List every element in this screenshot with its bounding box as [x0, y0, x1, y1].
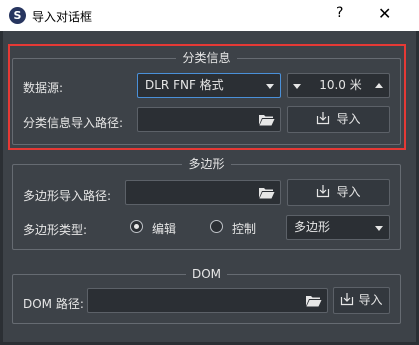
radio-edit[interactable] [130, 220, 143, 233]
polygon-import-button[interactable]: 导入 [287, 179, 390, 206]
radio-edit-label[interactable]: 编辑 [152, 220, 176, 237]
resolution-spinbox[interactable]: 10.0 米 [287, 73, 390, 98]
data-source-select[interactable]: DLR FNF 格式 [137, 73, 281, 98]
polygon-type-label: 多边形类型: [23, 223, 88, 237]
radio-control-label[interactable]: 控制 [232, 220, 256, 237]
close-button[interactable]: ✕ [378, 4, 391, 23]
polygon-path-input[interactable] [125, 180, 281, 205]
data-source-label: 数据源: [23, 81, 64, 95]
app-logo-icon: S [9, 7, 26, 24]
chevron-down-icon [375, 226, 383, 231]
polygon-type-value: 多边形 [294, 220, 331, 234]
window-title: 导入对话框 [32, 10, 93, 24]
import-tray-icon [317, 112, 330, 125]
folder-open-icon[interactable] [305, 294, 322, 307]
polygon-type-select[interactable]: 多边形 [286, 215, 390, 240]
classification-path-input[interactable] [137, 107, 281, 132]
chevron-down-icon [266, 84, 274, 89]
polygon-import-label: 导入 [336, 185, 361, 199]
dom-group-title: DOM [13, 267, 400, 281]
polygon-group-title: 多边形 [13, 157, 400, 171]
spin-up-icon[interactable] [375, 83, 383, 88]
folder-open-icon[interactable] [258, 113, 275, 126]
classification-group-title: 分类信息 [13, 51, 400, 65]
import-tray-icon [317, 185, 330, 198]
help-button[interactable]: ? [336, 5, 343, 21]
folder-open-icon[interactable] [258, 186, 275, 199]
dom-import-label: 导入 [358, 293, 383, 307]
dom-path-label: DOM 路径: [23, 297, 84, 311]
dom-path-input[interactable] [87, 288, 328, 313]
classification-import-label: 导入 [336, 112, 361, 126]
classification-path-label: 分类信息导入路径: [23, 116, 124, 130]
dom-import-button[interactable]: 导入 [333, 287, 390, 314]
title-bar: S 导入对话框 ? ✕ [0, 0, 419, 31]
polygon-path-label: 多边形导入路径: [23, 189, 112, 203]
spin-down-icon[interactable] [293, 84, 301, 89]
resolution-value: 10.0 米 [319, 78, 362, 92]
data-source-value: DLR FNF 格式 [145, 78, 224, 92]
radio-control[interactable] [210, 220, 223, 233]
classification-import-button[interactable]: 导入 [287, 106, 390, 133]
import-tray-icon [341, 293, 354, 306]
